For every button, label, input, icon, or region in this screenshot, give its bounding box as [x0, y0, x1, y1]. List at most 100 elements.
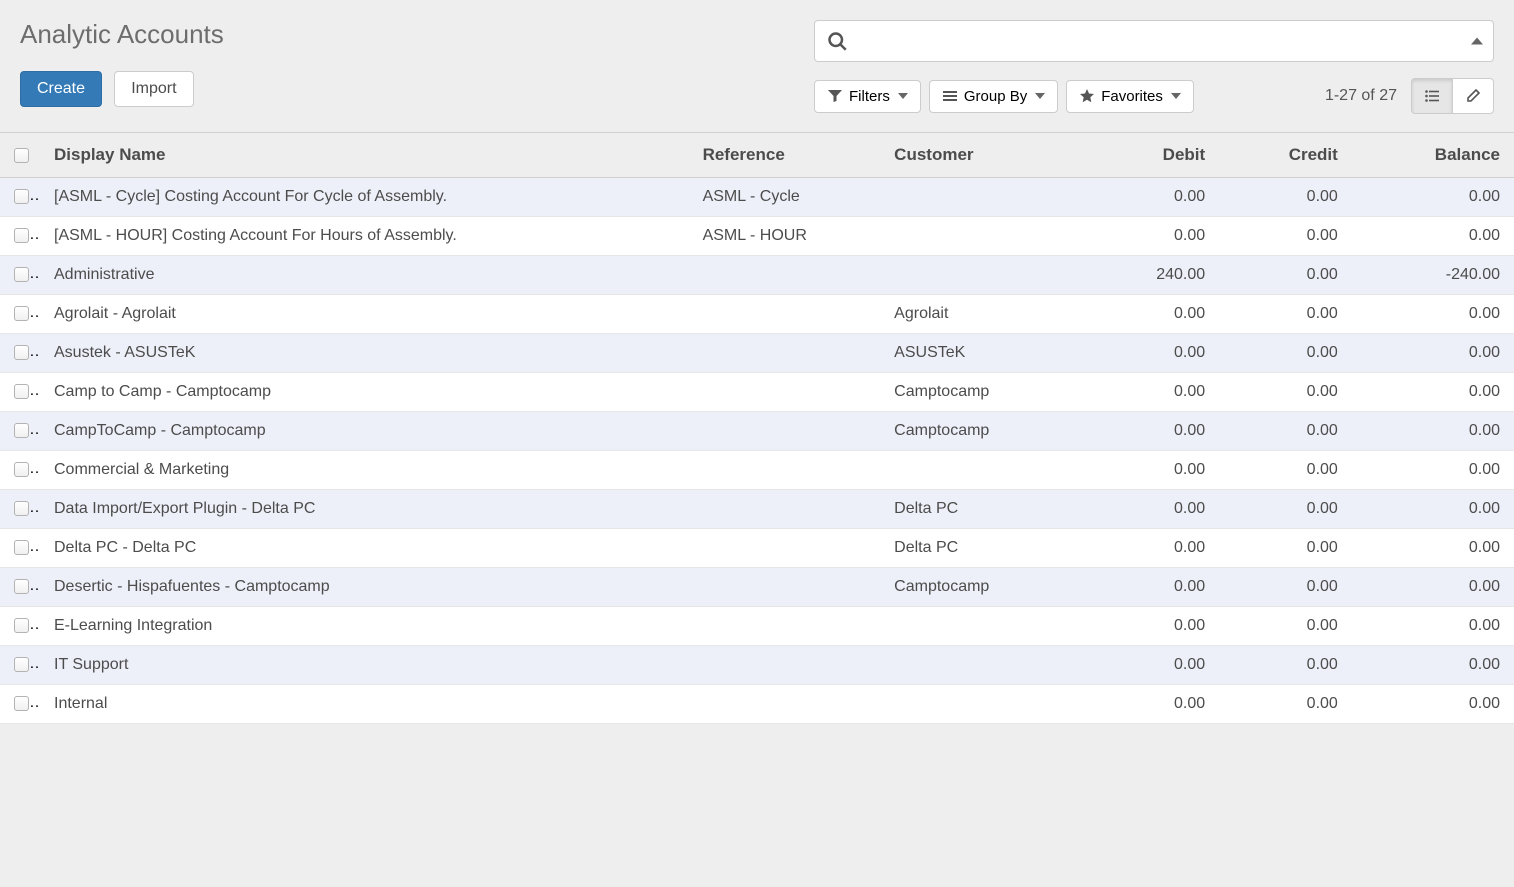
table-row[interactable]: Agrolait - AgrolaitAgrolait0.000.000.00 — [0, 295, 1514, 334]
view-list-button[interactable] — [1411, 78, 1453, 114]
filter-icon — [827, 88, 843, 104]
cell-balance: 0.00 — [1352, 412, 1514, 451]
cell-reference — [689, 373, 881, 412]
cell-customer — [880, 685, 1086, 724]
cell-reference: ASML - Cycle — [689, 178, 881, 217]
cell-customer: Camptocamp — [880, 373, 1086, 412]
table-row[interactable]: E-Learning Integration0.000.000.00 — [0, 607, 1514, 646]
cell-debit: 0.00 — [1087, 607, 1220, 646]
cell-reference — [689, 607, 881, 646]
row-checkbox[interactable] — [14, 345, 29, 360]
cell-credit: 0.00 — [1219, 412, 1352, 451]
cell-customer: ASUSTeK — [880, 334, 1086, 373]
search-view[interactable] — [814, 20, 1494, 62]
col-customer[interactable]: Customer — [880, 133, 1086, 178]
row-checkbox[interactable] — [14, 423, 29, 438]
table-row[interactable]: Administrative240.000.00-240.00 — [0, 256, 1514, 295]
table-row[interactable]: Camp to Camp - CamptocampCamptocamp0.000… — [0, 373, 1514, 412]
cell-balance: 0.00 — [1352, 646, 1514, 685]
cell-balance: 0.00 — [1352, 178, 1514, 217]
row-checkbox[interactable] — [14, 501, 29, 516]
row-checkbox[interactable] — [14, 540, 29, 555]
cell-balance: 0.00 — [1352, 529, 1514, 568]
page-title: Analytic Accounts — [20, 20, 320, 49]
cell-balance: 0.00 — [1352, 334, 1514, 373]
table-row[interactable]: Delta PC - Delta PCDelta PC0.000.000.00 — [0, 529, 1514, 568]
table-row[interactable]: [ASML - HOUR] Costing Account For Hours … — [0, 217, 1514, 256]
cell-display-name: E-Learning Integration — [40, 607, 689, 646]
caret-down-icon — [1035, 93, 1045, 99]
cell-display-name: [ASML - Cycle] Costing Account For Cycle… — [40, 178, 689, 217]
cell-debit: 0.00 — [1087, 646, 1220, 685]
row-checkbox[interactable] — [14, 189, 29, 204]
cell-credit: 0.00 — [1219, 334, 1352, 373]
col-reference[interactable]: Reference — [689, 133, 881, 178]
cell-debit: 0.00 — [1087, 178, 1220, 217]
row-checkbox[interactable] — [14, 618, 29, 633]
row-checkbox[interactable] — [14, 462, 29, 477]
pager[interactable]: 1-27 of 27 — [1319, 87, 1403, 105]
cell-customer: Camptocamp — [880, 412, 1086, 451]
filters-dropdown[interactable]: Filters — [814, 80, 921, 113]
favorites-dropdown[interactable]: Favorites — [1066, 80, 1194, 113]
search-icon — [827, 31, 847, 51]
row-checkbox[interactable] — [14, 306, 29, 321]
cell-reference — [689, 295, 881, 334]
row-checkbox[interactable] — [14, 579, 29, 594]
cell-debit: 0.00 — [1087, 295, 1220, 334]
cell-balance: 0.00 — [1352, 607, 1514, 646]
caret-down-icon — [898, 93, 908, 99]
cell-credit: 0.00 — [1219, 178, 1352, 217]
table-row[interactable]: Data Import/Export Plugin - Delta PCDelt… — [0, 490, 1514, 529]
import-button[interactable]: Import — [114, 71, 193, 107]
cell-reference: ASML - HOUR — [689, 217, 881, 256]
cell-customer: Camptocamp — [880, 568, 1086, 607]
cell-debit: 0.00 — [1087, 217, 1220, 256]
cell-credit: 0.00 — [1219, 373, 1352, 412]
row-checkbox[interactable] — [14, 657, 29, 672]
table-row[interactable]: Asustek - ASUSTeKASUSTeK0.000.000.00 — [0, 334, 1514, 373]
cell-credit: 0.00 — [1219, 529, 1352, 568]
table-row[interactable]: Internal0.000.000.00 — [0, 685, 1514, 724]
col-debit[interactable]: Debit — [1087, 133, 1220, 178]
cell-credit: 0.00 — [1219, 646, 1352, 685]
table-row[interactable]: Desertic - Hispafuentes - Camptocamp Camp… — [0, 568, 1514, 607]
cell-balance: -240.00 — [1352, 256, 1514, 295]
cell-customer — [880, 178, 1086, 217]
list-icon — [1424, 88, 1440, 104]
cell-reference — [689, 334, 881, 373]
cell-credit: 0.00 — [1219, 451, 1352, 490]
caret-down-icon — [1171, 93, 1181, 99]
cell-credit: 0.00 — [1219, 607, 1352, 646]
table-row[interactable]: Commercial & Marketing0.000.000.00 — [0, 451, 1514, 490]
search-expand-icon[interactable] — [1471, 38, 1483, 45]
table-row[interactable]: IT Support0.000.000.00 — [0, 646, 1514, 685]
cell-balance: 0.00 — [1352, 685, 1514, 724]
create-button[interactable]: Create — [20, 71, 102, 107]
cell-debit: 0.00 — [1087, 334, 1220, 373]
table-row[interactable]: [ASML - Cycle] Costing Account For Cycle… — [0, 178, 1514, 217]
cell-customer: Agrolait — [880, 295, 1086, 334]
cell-display-name: Asustek - ASUSTeK — [40, 334, 689, 373]
row-checkbox[interactable] — [14, 267, 29, 282]
row-checkbox[interactable] — [14, 228, 29, 243]
view-form-button[interactable] — [1452, 78, 1494, 114]
table-row[interactable]: CampToCamp - CamptocampCamptocamp0.000.0… — [0, 412, 1514, 451]
groupby-dropdown[interactable]: Group By — [929, 80, 1058, 113]
cell-debit: 240.00 — [1087, 256, 1220, 295]
col-credit[interactable]: Credit — [1219, 133, 1352, 178]
cell-reference — [689, 451, 881, 490]
cell-balance: 0.00 — [1352, 490, 1514, 529]
select-all-checkbox[interactable] — [14, 148, 29, 163]
cell-balance: 0.00 — [1352, 451, 1514, 490]
cell-debit: 0.00 — [1087, 451, 1220, 490]
search-input[interactable] — [857, 21, 1463, 61]
col-display-name[interactable]: Display Name — [40, 133, 689, 178]
col-balance[interactable]: Balance — [1352, 133, 1514, 178]
table-header-row: Display Name Reference Customer Debit Cr… — [0, 133, 1514, 178]
cell-customer: Delta PC — [880, 529, 1086, 568]
row-checkbox[interactable] — [14, 384, 29, 399]
row-checkbox[interactable] — [14, 696, 29, 711]
cell-display-name: Desertic - Hispafuentes - Camptocamp — [40, 568, 689, 607]
cell-reference — [689, 529, 881, 568]
